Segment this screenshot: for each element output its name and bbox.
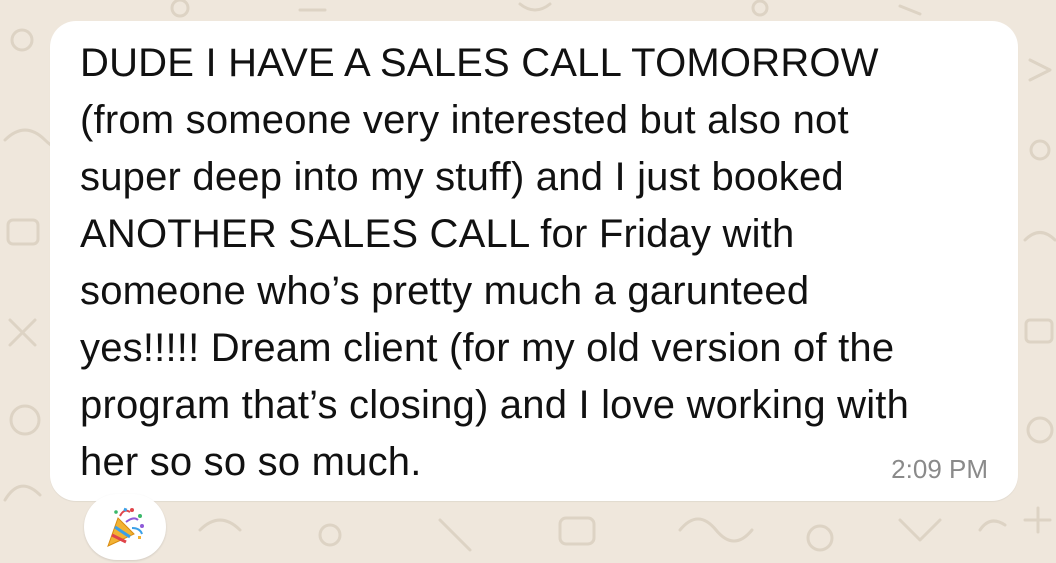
- message-text: DUDE I HAVE A SALES CALL TOMORROW (from …: [80, 41, 910, 484]
- message-bubble[interactable]: DUDE I HAVE A SALES CALL TOMORROW (from …: [50, 21, 1018, 501]
- party-popper-icon: [102, 504, 148, 550]
- message-timestamp: 2:09 PM: [891, 454, 988, 484]
- reaction-badge[interactable]: [84, 494, 166, 560]
